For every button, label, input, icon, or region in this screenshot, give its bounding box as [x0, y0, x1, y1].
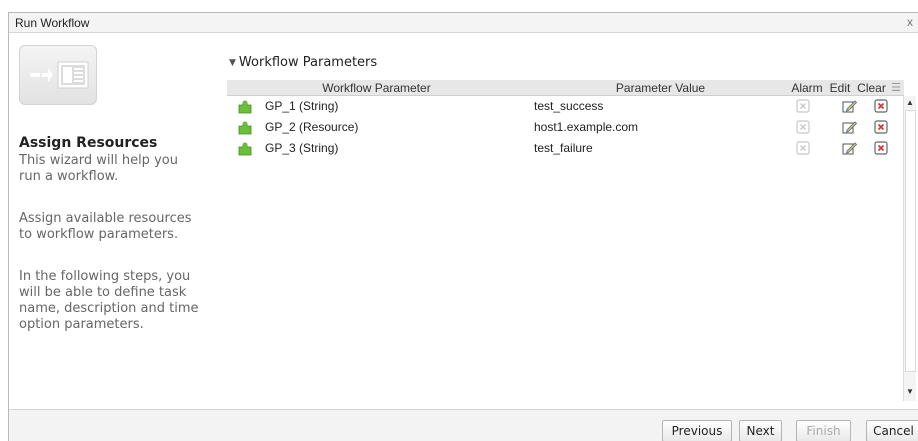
- parameters-grid: Workflow Parameter Parameter Value Alarm…: [227, 80, 916, 403]
- dialog-footer: Previous Next Finish Cancel: [9, 409, 918, 441]
- sidebar-paragraph-steps: In the following steps, you will be able…: [19, 269, 199, 332]
- alarm-disabled-icon: [796, 99, 810, 113]
- column-header-clear[interactable]: Clear: [855, 81, 888, 95]
- parameter-name: GP_1 (String): [265, 99, 339, 113]
- workflow-wizard-icon: [19, 45, 97, 105]
- close-icon[interactable]: x: [907, 15, 917, 29]
- puzzle-piece-icon: [238, 100, 252, 114]
- sidebar-paragraph-assign: Assign available resources to workflow p…: [19, 211, 192, 242]
- scroll-down-icon[interactable]: ▼: [906, 387, 914, 396]
- table-row[interactable]: GP_3 (String) test_failure: [227, 139, 890, 160]
- run-workflow-dialog: Run Workflow x Assign Resources This wiz…: [8, 12, 918, 441]
- vertical-scrollbar[interactable]: ▲ ▼: [903, 96, 916, 401]
- parameter-name: GP_3 (String): [265, 141, 339, 155]
- clear-icon[interactable]: [873, 119, 890, 136]
- table-row[interactable]: GP_1 (String) test_success: [227, 97, 890, 118]
- grid-header: Workflow Parameter Parameter Value Alarm…: [227, 80, 904, 96]
- alarm-disabled-icon: [796, 120, 810, 134]
- section-title: Workflow Parameters: [238, 55, 378, 70]
- window-title: Run Workflow: [15, 16, 90, 30]
- clear-icon[interactable]: [873, 140, 890, 157]
- cancel-button[interactable]: Cancel: [866, 420, 918, 441]
- puzzle-piece-icon: [238, 142, 252, 156]
- sidebar-heading: Assign Resources: [19, 135, 158, 151]
- column-header-edit[interactable]: Edit: [825, 81, 855, 95]
- section-header-toggle[interactable]: ▼ Workflow Parameters: [229, 55, 377, 70]
- puzzle-piece-icon: [238, 121, 252, 135]
- edit-icon[interactable]: [841, 119, 858, 136]
- finish-button[interactable]: Finish: [796, 420, 851, 441]
- edit-icon[interactable]: [841, 140, 858, 157]
- column-header-value[interactable]: Parameter Value: [532, 81, 789, 95]
- scroll-up-icon[interactable]: ▲: [906, 98, 914, 107]
- triangle-down-icon: ▼: [229, 58, 236, 68]
- scrollbar-thumb[interactable]: [905, 110, 916, 372]
- parameter-name: GP_2 (Resource): [265, 120, 359, 134]
- sidebar-paragraph-intro: This wizard will help you run a workflow…: [19, 153, 178, 184]
- previous-button[interactable]: Previous: [662, 420, 732, 441]
- parameter-value[interactable]: test_success: [534, 99, 603, 113]
- table-row[interactable]: GP_2 (Resource) host1.example.com: [227, 118, 890, 139]
- parameter-value[interactable]: host1.example.com: [534, 120, 638, 134]
- alarm-disabled-icon: [796, 141, 810, 155]
- columns-icon[interactable]: ☰: [888, 81, 904, 94]
- column-header-parameter[interactable]: Workflow Parameter: [265, 81, 488, 95]
- parameter-value[interactable]: test_failure: [534, 141, 593, 155]
- top-strip: [0, 0, 918, 12]
- next-button[interactable]: Next: [739, 420, 782, 441]
- column-header-alarm[interactable]: Alarm: [789, 81, 825, 95]
- titlebar: Run Workflow x: [9, 13, 918, 33]
- edit-icon[interactable]: [841, 98, 858, 115]
- clear-icon[interactable]: [873, 98, 890, 115]
